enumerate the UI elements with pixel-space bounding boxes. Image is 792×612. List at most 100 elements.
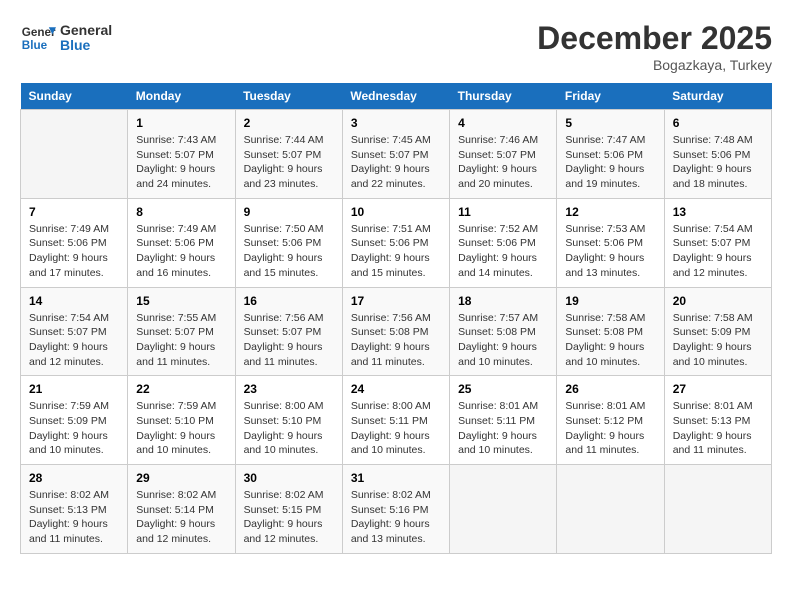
day-number: 8	[136, 205, 226, 219]
calendar-cell: 16 Sunrise: 7:56 AM Sunset: 5:07 PM Dayli…	[235, 287, 342, 376]
header-day-sunday: Sunday	[21, 83, 128, 110]
day-number: 11	[458, 205, 548, 219]
calendar-cell: 18Sunrise: 7:57 AM Sunset: 5:08 PM Dayli…	[450, 287, 557, 376]
day-info: Sunrise: 8:01 AM Sunset: 5:12 PM Dayligh…	[565, 399, 655, 458]
day-number: 17	[351, 294, 441, 308]
calendar-body: 1 Sunrise: 7:43 AM Sunset: 5:07 PM Daylig…	[21, 110, 772, 554]
location-subtitle: Bogazkaya, Turkey	[537, 57, 772, 73]
logo: General Blue General Blue	[20, 20, 112, 56]
calendar-cell: 27 Sunrise: 8:01 AM Sunset: 5:13 PM Dayli…	[664, 376, 771, 465]
day-info: Sunrise: 7:51 AM Sunset: 5:06 PM Dayligh…	[351, 222, 441, 281]
day-info: Sunrise: 7:49 AM Sunset: 5:06 PM Dayligh…	[29, 222, 119, 281]
calendar-table: SundayMondayTuesdayWednesdayThursdayFrid…	[20, 83, 772, 554]
day-number: 3	[351, 116, 441, 130]
calendar-cell: 24Sunrise: 8:00 AM Sunset: 5:11 PM Dayli…	[342, 376, 449, 465]
calendar-cell: 9 Sunrise: 7:50 AM Sunset: 5:06 PM Daylig…	[235, 198, 342, 287]
day-number: 4	[458, 116, 548, 130]
day-info: Sunrise: 8:02 AM Sunset: 5:14 PM Dayligh…	[136, 488, 226, 547]
header-day-friday: Friday	[557, 83, 664, 110]
day-info: Sunrise: 7:48 AM Sunset: 5:06 PM Dayligh…	[673, 133, 763, 192]
day-info: Sunrise: 7:59 AM Sunset: 5:10 PM Dayligh…	[136, 399, 226, 458]
header-day-saturday: Saturday	[664, 83, 771, 110]
day-number: 25	[458, 382, 548, 396]
day-info: Sunrise: 7:56 AM Sunset: 5:08 PM Dayligh…	[351, 311, 441, 370]
header-row: SundayMondayTuesdayWednesdayThursdayFrid…	[21, 83, 772, 110]
day-number: 29	[136, 471, 226, 485]
day-info: Sunrise: 7:50 AM Sunset: 5:06 PM Dayligh…	[244, 222, 334, 281]
week-row-4: 28 Sunrise: 8:02 AM Sunset: 5:13 PM Dayli…	[21, 465, 772, 554]
calendar-cell: 20 Sunrise: 7:58 AM Sunset: 5:09 PM Dayli…	[664, 287, 771, 376]
day-number: 22	[136, 382, 226, 396]
calendar-cell: 8 Sunrise: 7:49 AM Sunset: 5:06 PM Daylig…	[128, 198, 235, 287]
day-number: 20	[673, 294, 763, 308]
calendar-cell: 3 Sunrise: 7:45 AM Sunset: 5:07 PM Daylig…	[342, 110, 449, 199]
calendar-cell: 7 Sunrise: 7:49 AM Sunset: 5:06 PM Daylig…	[21, 198, 128, 287]
calendar-cell: 5Sunrise: 7:47 AM Sunset: 5:06 PM Daylig…	[557, 110, 664, 199]
title-block: December 2025 Bogazkaya, Turkey	[537, 20, 772, 73]
calendar-cell	[664, 465, 771, 554]
day-number: 28	[29, 471, 119, 485]
month-title: December 2025	[537, 20, 772, 57]
calendar-cell: 26 Sunrise: 8:01 AM Sunset: 5:12 PM Dayli…	[557, 376, 664, 465]
day-number: 21	[29, 382, 119, 396]
day-number: 7	[29, 205, 119, 219]
day-info: Sunrise: 8:02 AM Sunset: 5:15 PM Dayligh…	[244, 488, 334, 547]
header-day-tuesday: Tuesday	[235, 83, 342, 110]
day-info: Sunrise: 8:02 AM Sunset: 5:13 PM Dayligh…	[29, 488, 119, 547]
day-info: Sunrise: 7:58 AM Sunset: 5:08 PM Dayligh…	[565, 311, 655, 370]
calendar-cell: 25 Sunrise: 8:01 AM Sunset: 5:11 PM Dayli…	[450, 376, 557, 465]
day-info: Sunrise: 7:45 AM Sunset: 5:07 PM Dayligh…	[351, 133, 441, 192]
calendar-cell: 17 Sunrise: 7:56 AM Sunset: 5:08 PM Dayli…	[342, 287, 449, 376]
day-info: Sunrise: 7:43 AM Sunset: 5:07 PM Dayligh…	[136, 133, 226, 192]
day-info: Sunrise: 7:54 AM Sunset: 5:07 PM Dayligh…	[29, 311, 119, 370]
calendar-cell: 22 Sunrise: 7:59 AM Sunset: 5:10 PM Dayli…	[128, 376, 235, 465]
day-info: Sunrise: 7:49 AM Sunset: 5:06 PM Dayligh…	[136, 222, 226, 281]
calendar-cell	[450, 465, 557, 554]
calendar-cell: 2 Sunrise: 7:44 AM Sunset: 5:07 PM Daylig…	[235, 110, 342, 199]
day-number: 16	[244, 294, 334, 308]
week-row-2: 14 Sunrise: 7:54 AM Sunset: 5:07 PM Dayli…	[21, 287, 772, 376]
calendar-cell: 21 Sunrise: 7:59 AM Sunset: 5:09 PM Dayli…	[21, 376, 128, 465]
calendar-cell: 1 Sunrise: 7:43 AM Sunset: 5:07 PM Daylig…	[128, 110, 235, 199]
day-info: Sunrise: 7:46 AM Sunset: 5:07 PM Dayligh…	[458, 133, 548, 192]
calendar-cell: 11 Sunrise: 7:52 AM Sunset: 5:06 PM Dayli…	[450, 198, 557, 287]
day-info: Sunrise: 8:01 AM Sunset: 5:13 PM Dayligh…	[673, 399, 763, 458]
day-number: 2	[244, 116, 334, 130]
calendar-cell: 30 Sunrise: 8:02 AM Sunset: 5:15 PM Dayli…	[235, 465, 342, 554]
day-number: 18	[458, 294, 548, 308]
calendar-cell: 13Sunrise: 7:54 AM Sunset: 5:07 PM Dayli…	[664, 198, 771, 287]
day-info: Sunrise: 7:56 AM Sunset: 5:07 PM Dayligh…	[244, 311, 334, 370]
day-number: 15	[136, 294, 226, 308]
day-number: 1	[136, 116, 226, 130]
calendar-cell: 14 Sunrise: 7:54 AM Sunset: 5:07 PM Dayli…	[21, 287, 128, 376]
day-number: 30	[244, 471, 334, 485]
header-day-monday: Monday	[128, 83, 235, 110]
day-number: 26	[565, 382, 655, 396]
header-day-wednesday: Wednesday	[342, 83, 449, 110]
calendar-cell: 12Sunrise: 7:53 AM Sunset: 5:06 PM Dayli…	[557, 198, 664, 287]
day-info: Sunrise: 7:58 AM Sunset: 5:09 PM Dayligh…	[673, 311, 763, 370]
day-info: Sunrise: 8:01 AM Sunset: 5:11 PM Dayligh…	[458, 399, 548, 458]
day-number: 27	[673, 382, 763, 396]
day-number: 14	[29, 294, 119, 308]
day-info: Sunrise: 7:55 AM Sunset: 5:07 PM Dayligh…	[136, 311, 226, 370]
day-number: 24	[351, 382, 441, 396]
calendar-cell: 6 Sunrise: 7:48 AM Sunset: 5:06 PM Daylig…	[664, 110, 771, 199]
day-number: 5	[565, 116, 655, 130]
day-number: 13	[673, 205, 763, 219]
day-info: Sunrise: 7:59 AM Sunset: 5:09 PM Dayligh…	[29, 399, 119, 458]
calendar-header: SundayMondayTuesdayWednesdayThursdayFrid…	[21, 83, 772, 110]
calendar-cell	[21, 110, 128, 199]
svg-text:Blue: Blue	[22, 39, 48, 52]
calendar-cell	[557, 465, 664, 554]
day-info: Sunrise: 8:00 AM Sunset: 5:10 PM Dayligh…	[244, 399, 334, 458]
day-number: 9	[244, 205, 334, 219]
day-info: Sunrise: 7:44 AM Sunset: 5:07 PM Dayligh…	[244, 133, 334, 192]
day-info: Sunrise: 7:52 AM Sunset: 5:06 PM Dayligh…	[458, 222, 548, 281]
week-row-3: 21 Sunrise: 7:59 AM Sunset: 5:09 PM Dayli…	[21, 376, 772, 465]
day-number: 6	[673, 116, 763, 130]
week-row-1: 7 Sunrise: 7:49 AM Sunset: 5:06 PM Daylig…	[21, 198, 772, 287]
calendar-cell: 15 Sunrise: 7:55 AM Sunset: 5:07 PM Dayli…	[128, 287, 235, 376]
day-number: 19	[565, 294, 655, 308]
day-number: 10	[351, 205, 441, 219]
